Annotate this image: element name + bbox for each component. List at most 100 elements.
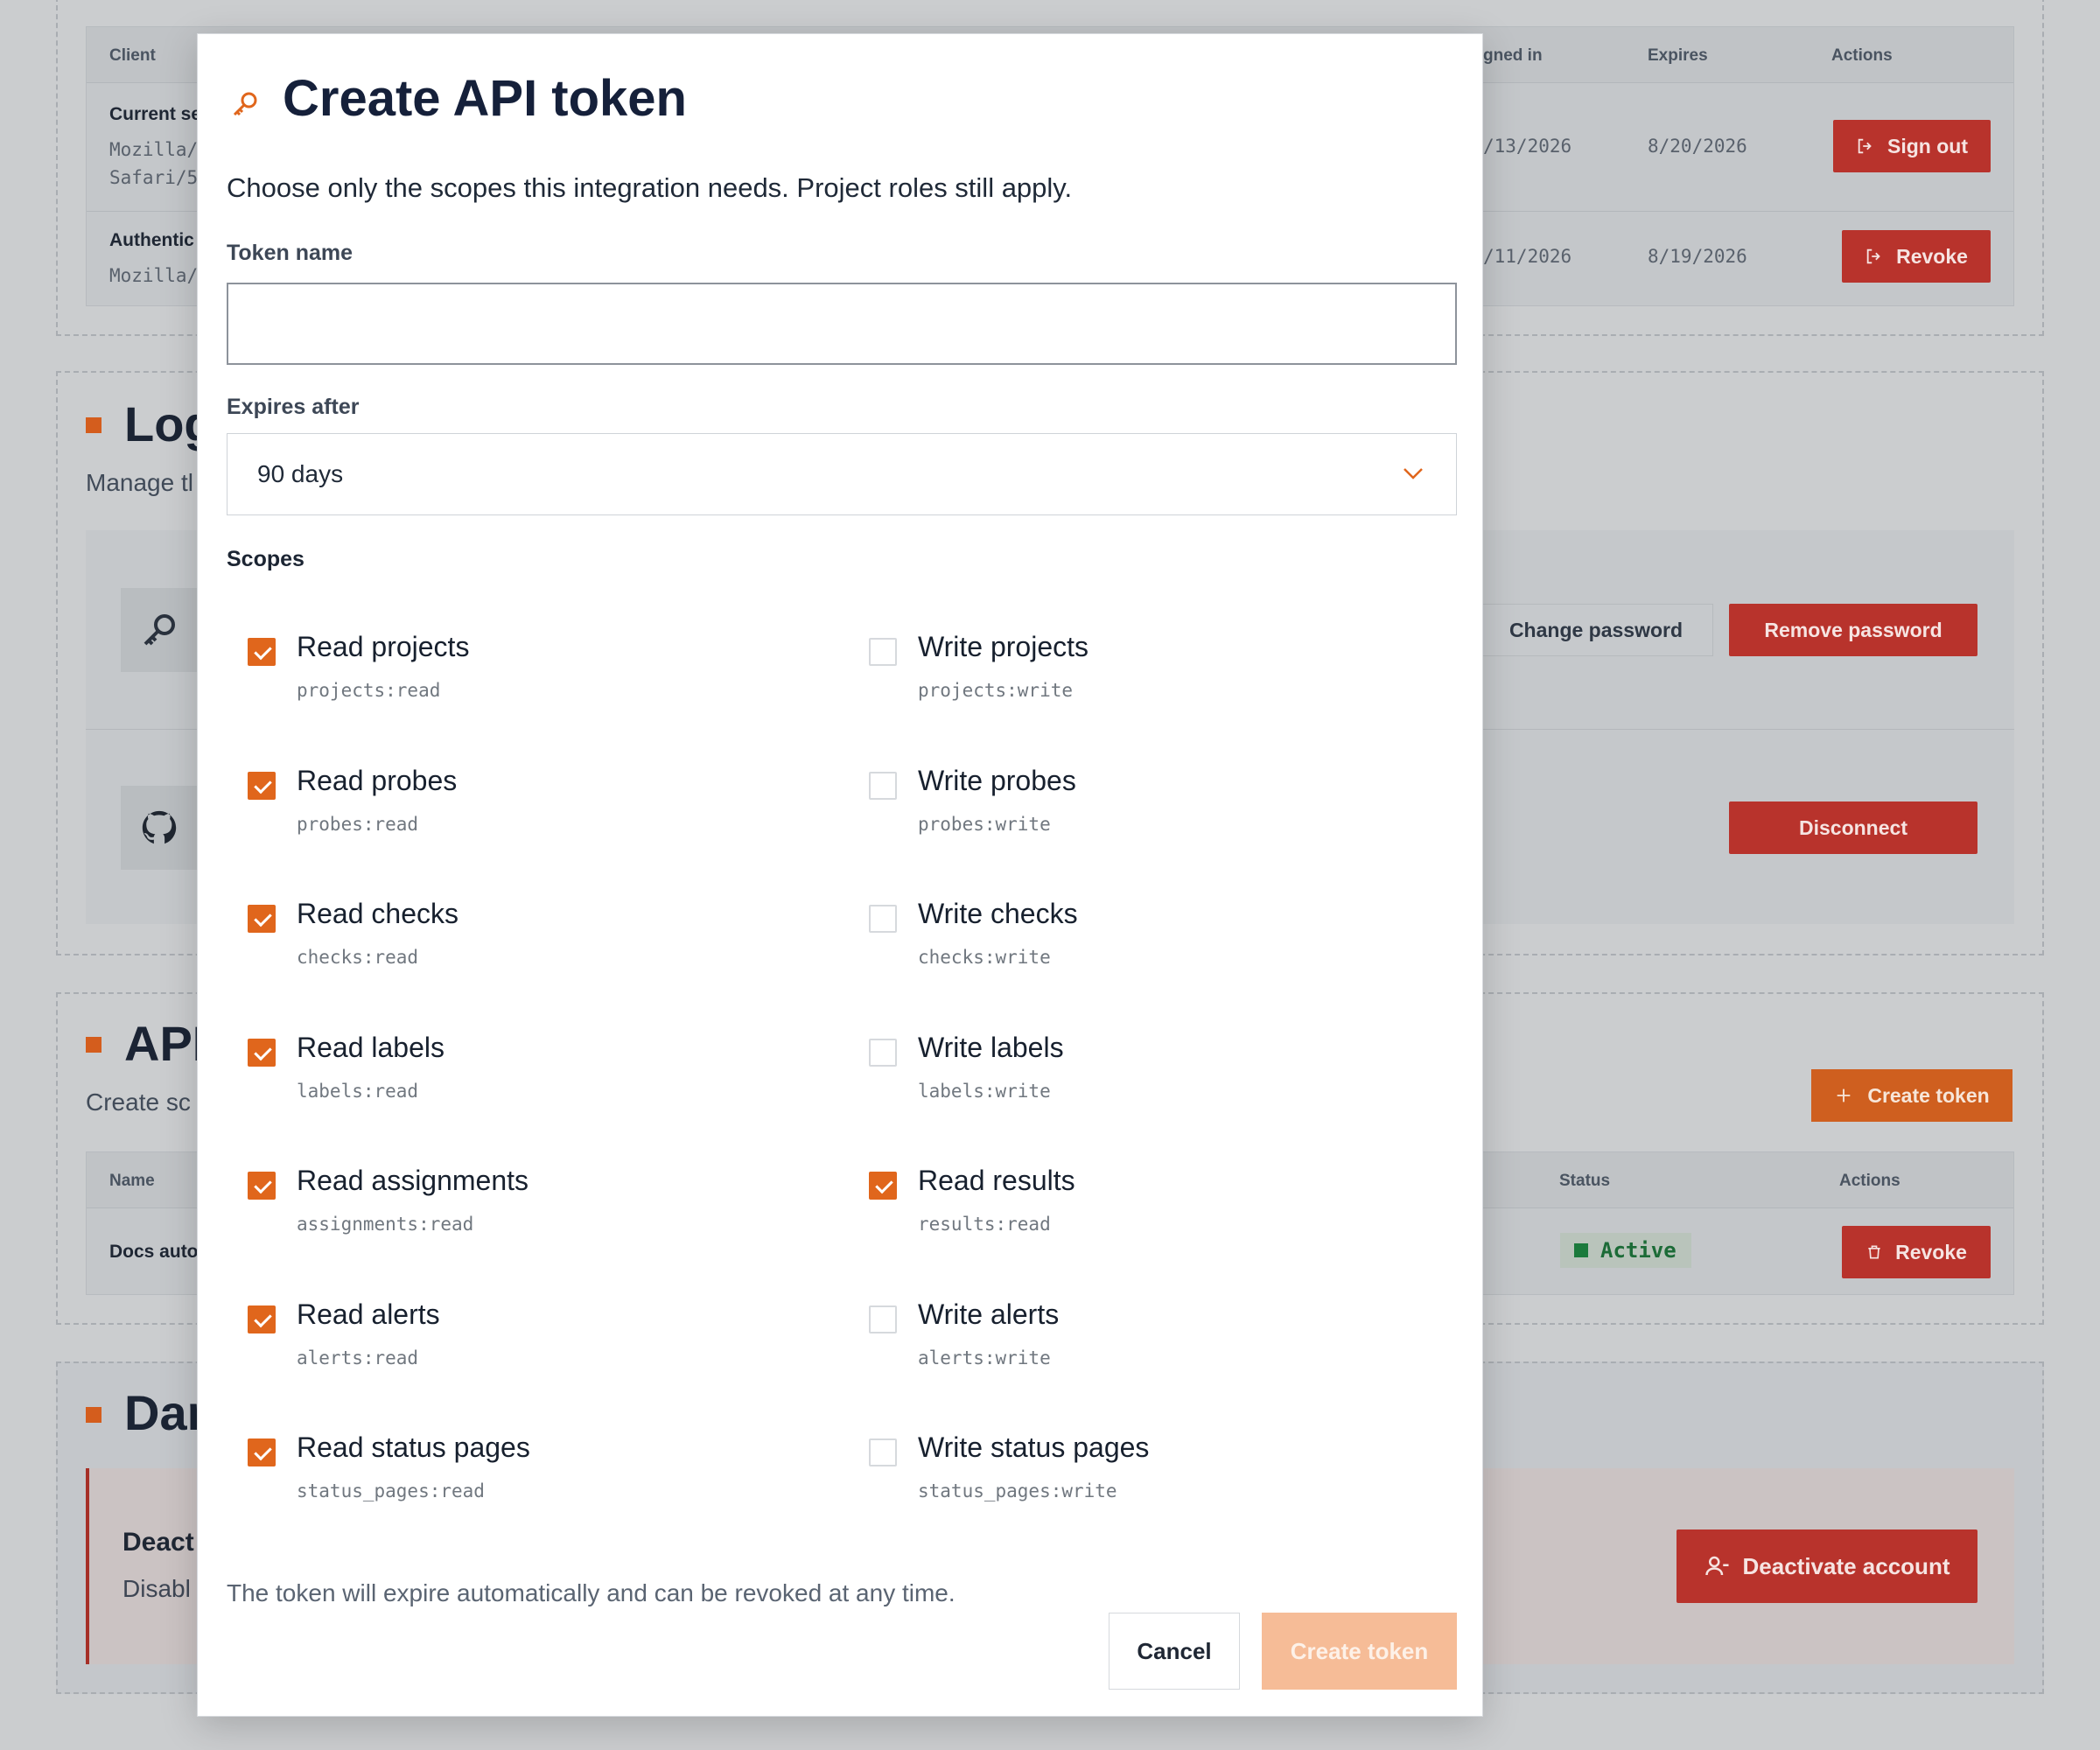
scope-name: Write projects [918, 631, 1089, 662]
token-name-label: Token name [227, 241, 354, 265]
expires-date: 8/19/2026 [1648, 246, 1747, 267]
col-status: Status [1559, 1172, 1611, 1190]
trash-icon [1868, 1245, 1880, 1259]
signed-in-date: /11/2026 [1483, 246, 1572, 267]
github-icon-box [121, 786, 198, 870]
section-marker [86, 1407, 102, 1423]
status-label: Active [1600, 1238, 1676, 1263]
scope-checkbox[interactable] [869, 905, 897, 933]
section-marker [86, 417, 102, 433]
deactivate-account-button[interactable]: Deactivate account [1676, 1530, 1978, 1603]
scope-code: labels:read [297, 1081, 419, 1102]
signed-in-date: /13/2026 [1483, 136, 1572, 157]
scopes-label: Scopes [227, 547, 304, 571]
cancel-button[interactable]: Cancel [1109, 1613, 1240, 1690]
remove-password-button[interactable]: Remove password [1729, 604, 1978, 656]
deactivate-card-subtitle: Disabl [122, 1575, 191, 1602]
client-ua: Safari/5 [109, 167, 199, 188]
expires-after-label: Expires after [227, 395, 360, 419]
deactivate-account-label: Deactivate account [1742, 1552, 1950, 1579]
disconnect-button[interactable]: Disconnect [1729, 802, 1978, 854]
scope-name: Read results [918, 1165, 1075, 1196]
change-password-button[interactable]: Change password [1479, 604, 1713, 656]
client-title: Authentic [109, 230, 194, 250]
api-section-subtitle: Create sc [86, 1088, 191, 1116]
expires-date: 8/20/2026 [1648, 136, 1747, 157]
scope-name: Read alerts [297, 1298, 440, 1330]
status-dot [1574, 1243, 1588, 1257]
dialog-title: Create API token [283, 70, 687, 127]
scope-code: probes:write [918, 814, 1051, 835]
user-minus-icon [1704, 1556, 1728, 1576]
scope-name: Read assignments [297, 1165, 529, 1196]
scope-checkbox[interactable] [248, 1306, 276, 1334]
scope-code: results:read [918, 1214, 1051, 1235]
scope-code: assignments:read [297, 1214, 474, 1235]
client-title: Current se [109, 104, 202, 124]
login-section-subtitle: Manage tl [86, 469, 193, 496]
scope-checkbox[interactable] [869, 1172, 897, 1200]
create-token-background-button[interactable]: Create token [1811, 1069, 2012, 1122]
create-token-dialog: Create API token Choose only the scopes … [197, 33, 1483, 1717]
scope-checkbox[interactable] [869, 1306, 897, 1334]
password-icon-box [121, 588, 198, 672]
expiry-note: The token will expire automatically and … [227, 1579, 956, 1606]
scope-code: status_pages:read [297, 1480, 485, 1502]
scope-checkbox[interactable] [248, 905, 276, 933]
chevron-down-icon [1404, 468, 1423, 480]
expires-after-select[interactable]: 90 days [227, 433, 1457, 515]
scope-checkbox[interactable] [248, 638, 276, 666]
deactivate-card-title: Deact [122, 1528, 194, 1557]
key-icon [233, 92, 257, 116]
scope-checkbox[interactable] [248, 1438, 276, 1466]
sign-out-label: Sign out [1887, 134, 1968, 158]
scope-code: checks:read [297, 947, 419, 968]
scope-checkbox[interactable] [869, 772, 897, 800]
scope-code: alerts:write [918, 1348, 1051, 1368]
scope-code: status_pages:write [918, 1480, 1117, 1502]
scope-checkbox[interactable] [248, 1172, 276, 1200]
col-actions: Actions [1831, 46, 1893, 65]
create-token-label: Create token [1867, 1083, 1990, 1107]
scope-checkbox[interactable] [248, 1039, 276, 1067]
section-marker [86, 1037, 102, 1053]
plus-icon [1837, 1088, 1851, 1102]
scope-name: Read checks [297, 898, 458, 929]
col-client: Client [109, 46, 156, 65]
scope-code: probes:read [297, 814, 419, 835]
client-ua: Mozilla/ [109, 139, 199, 160]
scope-code: labels:write [918, 1081, 1051, 1102]
create-token-button[interactable]: Create token [1262, 1613, 1457, 1690]
key-icon [144, 614, 175, 646]
scope-name: Read status pages [297, 1432, 530, 1463]
scope-name: Write alerts [918, 1298, 1060, 1330]
scope-checkbox[interactable] [869, 1039, 897, 1067]
github-icon [142, 810, 177, 844]
token-name: Docs auto [109, 1242, 199, 1262]
scope-code: projects:write [918, 680, 1074, 701]
revoke-label: Revoke [1896, 244, 1968, 268]
revoke-label: Revoke [1895, 1240, 1967, 1264]
scope-checkbox[interactable] [248, 772, 276, 800]
revoke-session-button[interactable]: Revoke [1842, 230, 1991, 283]
scope-name: Write labels [918, 1032, 1064, 1063]
scope-checkbox[interactable] [869, 638, 897, 666]
sign-out-icon [1866, 248, 1880, 264]
col-signed-in: gned in [1483, 46, 1543, 65]
status-badge: Active [1560, 1233, 1691, 1268]
scope-checkbox[interactable] [869, 1438, 897, 1466]
token-name-input[interactable] [227, 283, 1457, 365]
dialog-description: Choose only the scopes this integration … [227, 172, 1073, 203]
scope-code: alerts:read [297, 1348, 419, 1368]
col-actions: Actions [1839, 1172, 1900, 1190]
api-section-title: API [124, 1016, 206, 1071]
sign-out-icon [1858, 138, 1872, 154]
scope-code: checks:write [918, 947, 1051, 968]
scope-name: Read probes [297, 765, 458, 796]
sign-out-button[interactable]: Sign out [1833, 120, 1991, 172]
scope-code: projects:read [297, 680, 441, 701]
scope-name: Write probes [918, 765, 1076, 796]
scope-name: Write checks [918, 898, 1078, 929]
revoke-token-button[interactable]: Revoke [1842, 1226, 1991, 1278]
scope-name: Read projects [297, 631, 470, 662]
